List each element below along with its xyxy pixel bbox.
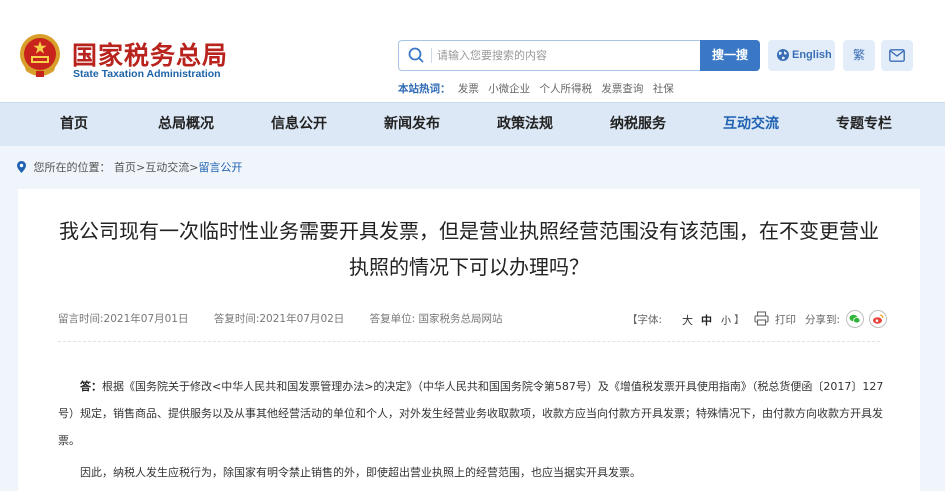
hot-word-link[interactable]: 发票: [458, 83, 479, 95]
answer-paragraph-1: 答：根据《国务院关于修改<中华人民共和国发票管理办法>的决定》（中华人民共和国国…: [58, 373, 888, 454]
nav-item-special-topics[interactable]: 专题专栏: [836, 103, 892, 146]
hot-word-link[interactable]: 发票查询: [601, 83, 643, 95]
nav-item-info-disclosure[interactable]: 信息公开: [271, 103, 327, 146]
hot-words: 本站热词： 发票 小微企业 个人所得税 发票查询 社保: [398, 81, 680, 96]
article-card: 我公司现有一次临时性业务需要开具发票，但是营业执照经营范围没有该范围，在不变更营…: [18, 189, 920, 491]
share-wechat-button[interactable]: [846, 310, 864, 328]
answer-paragraph-2: 因此，纳税人发生应税行为，除国家有明令禁止销售的外，即使超出营业执照上的经营范围…: [80, 466, 641, 479]
share-label: 分享到:: [805, 314, 841, 326]
share-weibo-button[interactable]: [869, 310, 887, 328]
search-icon: [408, 47, 424, 63]
nav-item-home[interactable]: 首页: [60, 103, 88, 146]
breadcrumb-home[interactable]: 首页: [114, 161, 136, 174]
reply-unit: 答复单位: 国家税务总局网站: [369, 313, 503, 325]
main-nav: 首页 总局概况 信息公开 新闻发布 政策法规 纳税服务 互动交流 专题专栏: [0, 102, 945, 146]
globe-icon: [777, 49, 789, 61]
search-separator: [431, 48, 432, 63]
hot-word-link[interactable]: 个人所得税: [540, 83, 593, 95]
answer-text-1: 根据《国务院关于修改<中华人民共和国发票管理办法>的决定》（中华人民共和国国务院…: [58, 380, 884, 447]
print-button[interactable]: 打印: [775, 312, 796, 327]
nav-item-policy[interactable]: 政策法规: [497, 103, 553, 146]
article-title: 我公司现有一次临时性业务需要开具发票，但是营业执照经营范围没有该范围，在不变更营…: [59, 219, 879, 279]
breadcrumb-separator: >: [136, 161, 146, 174]
site-name-cn[interactable]: 国家税务总局: [72, 36, 228, 72]
nav-item-tax-service[interactable]: 纳税服务: [610, 103, 666, 146]
font-size-label: 【字体:: [627, 314, 663, 326]
meta-divider: [58, 341, 880, 342]
font-size-medium[interactable]: 中: [701, 312, 712, 328]
search-input[interactable]: [437, 45, 692, 66]
nav-item-interaction[interactable]: 互动交流: [723, 103, 779, 146]
print-icon[interactable]: [754, 311, 769, 326]
search-box: [398, 40, 700, 71]
hot-word-link[interactable]: 小微企业: [488, 83, 530, 95]
search-button[interactable]: 搜一搜: [700, 40, 760, 71]
breadcrumb-interaction[interactable]: 互动交流: [145, 161, 189, 174]
breadcrumb-current[interactable]: 留言公开: [198, 161, 242, 174]
breadcrumb-prefix: 您所在的位置：: [33, 161, 111, 174]
hot-word-link[interactable]: 社保: [653, 83, 674, 95]
font-size-close: 】: [734, 314, 745, 326]
breadcrumb: 您所在的位置： 首页>互动交流>留言公开: [17, 159, 242, 175]
reply-time: 答复时间:2021年07月02日: [213, 313, 345, 325]
national-emblem-icon[interactable]: [18, 33, 62, 79]
nav-item-overview[interactable]: 总局概况: [158, 103, 214, 146]
font-size-big[interactable]: 大: [682, 312, 693, 328]
wechat-icon: [849, 314, 861, 324]
site-header: 国家税务总局 State Taxation Administration 搜一搜…: [0, 0, 945, 102]
article-tools: 【字体: 大 中 小 】 打印 分享到:: [627, 309, 897, 329]
hot-words-label: 本站热词：: [398, 83, 451, 95]
leave-time: 留言时间:2021年07月01日: [58, 313, 189, 325]
traditional-chinese-button[interactable]: 繁: [843, 40, 875, 71]
site-name-en[interactable]: State Taxation Administration: [73, 68, 221, 80]
english-label: English: [792, 49, 832, 61]
location-pin-icon: [17, 161, 26, 173]
mail-icon: [889, 49, 905, 62]
answer-label: 答：: [80, 380, 102, 393]
mail-button[interactable]: [881, 40, 913, 71]
english-button[interactable]: English: [768, 40, 835, 71]
weibo-icon: [873, 314, 884, 324]
article-meta: 留言时间:2021年07月01日 答复时间:2021年07月02日 答复单位: …: [58, 311, 525, 326]
font-size-small[interactable]: 小: [721, 312, 731, 327]
nav-item-news[interactable]: 新闻发布: [384, 103, 440, 146]
